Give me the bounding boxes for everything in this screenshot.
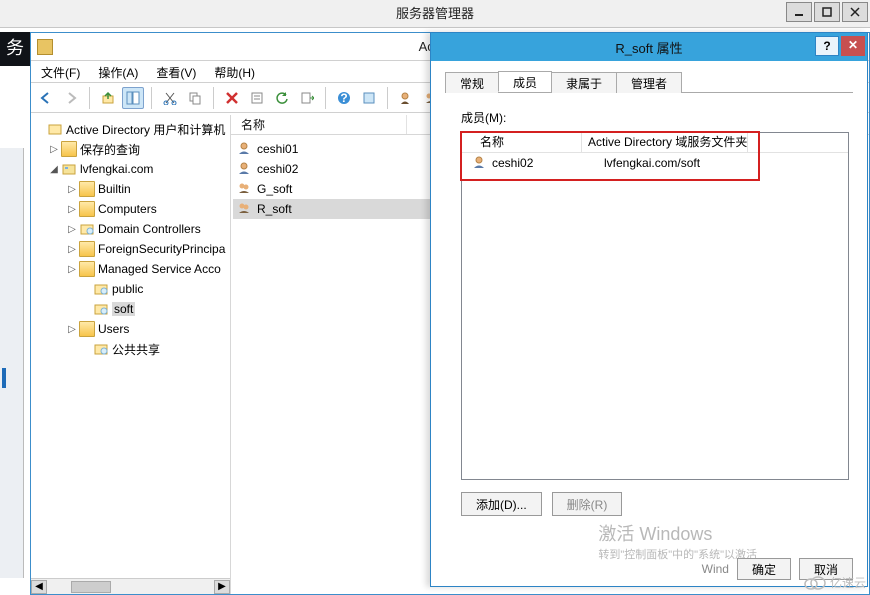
menu-action[interactable]: 操作(A) bbox=[94, 63, 142, 80]
server-manager-titlebar: 服务器管理器 bbox=[0, 0, 870, 28]
member-row[interactable]: ceshi02lvfengkai.com/soft bbox=[462, 153, 848, 173]
refresh-icon[interactable] bbox=[271, 87, 293, 109]
maximize-button[interactable] bbox=[814, 2, 840, 22]
tree: Active Directory 用户和计算机 ▷ 保存的查询 ◢ lvfeng… bbox=[31, 115, 230, 363]
ou-icon bbox=[79, 221, 95, 237]
tree-users[interactable]: ▷Users bbox=[33, 319, 228, 339]
folder-icon bbox=[79, 181, 95, 197]
expand-icon[interactable]: ▷ bbox=[65, 204, 79, 215]
close-button[interactable]: ✕ bbox=[841, 36, 865, 56]
nav-back-icon[interactable] bbox=[35, 87, 57, 109]
member-folder: lvfengkai.com/soft bbox=[604, 156, 700, 170]
new-user-icon[interactable] bbox=[395, 87, 417, 109]
scroll-right-icon[interactable]: ▶ bbox=[214, 580, 230, 594]
up-level-icon[interactable] bbox=[97, 87, 119, 109]
tree-domain[interactable]: ◢ lvfengkai.com bbox=[33, 159, 228, 179]
user-icon bbox=[472, 155, 488, 171]
group-icon bbox=[237, 201, 253, 217]
tree-public[interactable]: public bbox=[33, 279, 228, 299]
expand-icon[interactable]: ▷ bbox=[65, 244, 79, 255]
list-item-label: G_soft bbox=[257, 182, 292, 196]
copy-icon[interactable] bbox=[184, 87, 206, 109]
tree-domain-controllers[interactable]: ▷Domain Controllers bbox=[33, 219, 228, 239]
tree-computers[interactable]: ▷Computers bbox=[33, 199, 228, 219]
minimize-button[interactable] bbox=[786, 2, 812, 22]
members-label: 成员(M): bbox=[461, 109, 849, 126]
activate-windows-watermark: 激活 Windows 转到"控制面板"中的"系统"以激活 bbox=[598, 520, 757, 562]
server-manager-title: 服务器管理器 bbox=[0, 0, 870, 28]
menu-help[interactable]: 帮助(H) bbox=[210, 63, 259, 80]
cut-icon[interactable] bbox=[159, 87, 181, 109]
member-name: ceshi02 bbox=[492, 156, 604, 170]
close-button[interactable] bbox=[842, 2, 868, 22]
folder-icon bbox=[79, 241, 95, 257]
show-hide-tree-icon[interactable] bbox=[122, 87, 144, 109]
find-icon[interactable] bbox=[358, 87, 380, 109]
remove-button[interactable]: 删除(R) bbox=[552, 492, 623, 516]
members-col-folder[interactable]: Active Directory 域服务文件夹 bbox=[582, 133, 748, 152]
aduc-app-icon bbox=[37, 39, 53, 55]
domain-icon bbox=[61, 161, 77, 177]
expand-icon[interactable]: ▷ bbox=[65, 324, 79, 335]
list-col-name[interactable]: 名称 bbox=[237, 115, 407, 134]
tab-general[interactable]: 常规 bbox=[445, 72, 499, 93]
add-button[interactable]: 添加(D)... bbox=[461, 492, 542, 516]
tree-fsp[interactable]: ▷ForeignSecurityPrincipa bbox=[33, 239, 228, 259]
folder-icon bbox=[79, 261, 95, 277]
tab-panel-members: 成员(M): 名称 Active Directory 域服务文件夹 ceshi0… bbox=[445, 93, 853, 520]
list-item-label: ceshi01 bbox=[257, 142, 298, 156]
menu-view[interactable]: 查看(V) bbox=[152, 63, 200, 80]
aduc-root-icon bbox=[47, 121, 63, 137]
cancel-button[interactable]: 取消 bbox=[799, 558, 853, 580]
properties-title: R_soft 属性 bbox=[615, 38, 682, 57]
tab-managedby[interactable]: 管理者 bbox=[616, 72, 682, 93]
list-item-label: R_soft bbox=[257, 202, 292, 216]
svg-text:?: ? bbox=[340, 91, 347, 105]
expand-icon[interactable]: ▷ bbox=[65, 264, 79, 275]
tree-public-share[interactable]: 公共共享 bbox=[33, 339, 228, 359]
members-listbox[interactable]: 名称 Active Directory 域服务文件夹 ceshi02lvfeng… bbox=[461, 132, 849, 480]
tree-saved-queries[interactable]: ▷ 保存的查询 bbox=[33, 139, 228, 159]
folder-icon bbox=[79, 201, 95, 217]
menu-file[interactable]: 文件(F) bbox=[37, 63, 84, 80]
expand-icon[interactable]: ▷ bbox=[47, 144, 61, 155]
members-col-name[interactable]: 名称 bbox=[462, 133, 582, 152]
help-icon[interactable]: ? bbox=[333, 87, 355, 109]
scroll-thumb[interactable] bbox=[71, 581, 111, 593]
expand-icon[interactable]: ▷ bbox=[65, 184, 79, 195]
properties-titlebar[interactable]: R_soft 属性 ? ✕ bbox=[431, 33, 867, 61]
tree-pane[interactable]: Active Directory 用户和计算机 ▷ 保存的查询 ◢ lvfeng… bbox=[31, 115, 231, 594]
window-controls bbox=[784, 2, 868, 22]
export-list-icon[interactable] bbox=[296, 87, 318, 109]
properties-icon[interactable] bbox=[246, 87, 268, 109]
tree-msa[interactable]: ▷Managed Service Acco bbox=[33, 259, 228, 279]
tab-members[interactable]: 成员 bbox=[498, 71, 552, 92]
user-icon bbox=[237, 161, 253, 177]
tab-memberof[interactable]: 隶属于 bbox=[551, 72, 617, 93]
help-button[interactable]: ? bbox=[815, 36, 839, 56]
folder-icon bbox=[61, 141, 77, 157]
tree-builtin[interactable]: ▷Builtin bbox=[33, 179, 228, 199]
nav-forward-icon[interactable] bbox=[60, 87, 82, 109]
background-fragment: 务 bbox=[0, 32, 30, 66]
tree-root[interactable]: Active Directory 用户和计算机 bbox=[33, 119, 228, 139]
ou-icon bbox=[93, 281, 109, 297]
expand-icon[interactable]: ▷ bbox=[65, 224, 79, 235]
scroll-left-icon[interactable]: ◀ bbox=[31, 580, 47, 594]
ou-icon bbox=[93, 341, 109, 357]
delete-icon[interactable] bbox=[221, 87, 243, 109]
collapse-icon[interactable]: ◢ bbox=[47, 164, 61, 175]
list-item-label: ceshi02 bbox=[257, 162, 298, 176]
background-sidebar-fragment bbox=[0, 148, 24, 578]
members-header[interactable]: 名称 Active Directory 域服务文件夹 bbox=[462, 133, 848, 153]
tree-soft[interactable]: soft bbox=[33, 299, 228, 319]
folder-icon bbox=[79, 321, 95, 337]
group-icon bbox=[237, 181, 253, 197]
ok-button[interactable]: 确定 bbox=[737, 558, 791, 580]
tree-horizontal-scrollbar[interactable]: ◀ ▶ bbox=[31, 578, 230, 594]
properties-dialog: R_soft 属性 ? ✕ 常规 成员 隶属于 管理者 成员(M): 名称 Ac… bbox=[430, 32, 868, 587]
tabs: 常规 成员 隶属于 管理者 bbox=[445, 71, 853, 93]
user-icon bbox=[237, 141, 253, 157]
ou-icon bbox=[93, 301, 109, 317]
